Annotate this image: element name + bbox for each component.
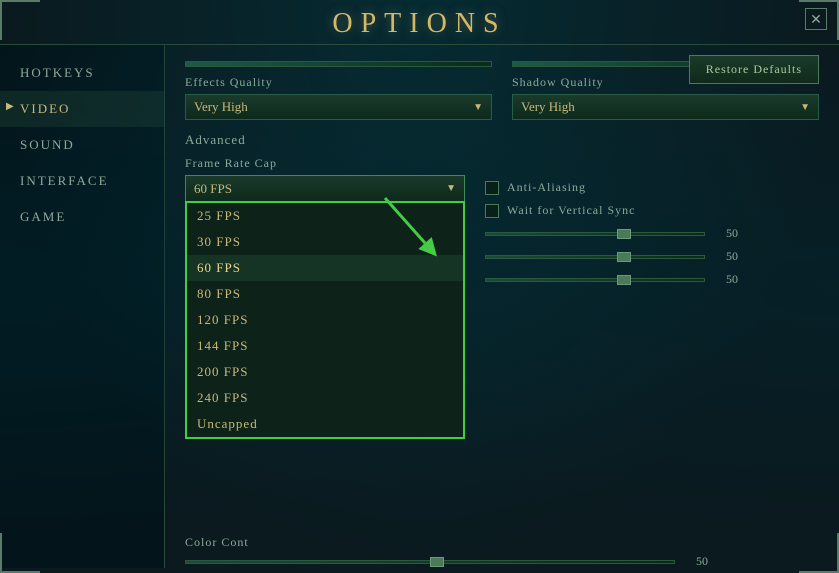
fps-25-option[interactable]: 25 FPS bbox=[187, 203, 463, 229]
slider-track-3[interactable] bbox=[485, 278, 705, 282]
color-control-thumb[interactable] bbox=[430, 557, 444, 567]
effects-quality-arrow: ▼ bbox=[473, 102, 483, 113]
fps-120-option[interactable]: 120 FPS bbox=[187, 307, 463, 333]
color-control-section: Color Cont 50 bbox=[185, 535, 819, 568]
anti-aliasing-row: Anti-Aliasing bbox=[485, 180, 819, 195]
anti-aliasing-checkbox[interactable] bbox=[485, 181, 499, 195]
vsync-row: Wait for Vertical Sync bbox=[485, 203, 819, 218]
slider-thumb-1[interactable] bbox=[617, 229, 631, 239]
fps-30-option[interactable]: 30 FPS bbox=[187, 229, 463, 255]
slider-row-1: 50 bbox=[485, 226, 819, 241]
frame-rate-select[interactable]: 60 FPS ▼ bbox=[185, 175, 465, 201]
fps-uncapped-option[interactable]: Uncapped bbox=[187, 411, 463, 437]
right-sliders: 50 50 50 bbox=[485, 226, 819, 287]
title-bar: OPTIONS ✕ bbox=[0, 0, 839, 45]
sidebar: HOTKEYS VIDEO SOUND INTERFACE GAME bbox=[0, 45, 165, 568]
fps-240-option[interactable]: 240 FPS bbox=[187, 385, 463, 411]
sidebar-item-hotkeys[interactable]: HOTKEYS bbox=[0, 55, 164, 91]
slider-track-1[interactable] bbox=[485, 232, 705, 236]
sidebar-item-interface[interactable]: INTERFACE bbox=[0, 163, 164, 199]
vsync-label: Wait for Vertical Sync bbox=[507, 203, 635, 218]
fps-200-option[interactable]: 200 FPS bbox=[187, 359, 463, 385]
vsync-checkbox[interactable] bbox=[485, 204, 499, 218]
content-area: Restore Defaults Effects Quality Very Hi… bbox=[165, 45, 839, 568]
close-button[interactable]: ✕ bbox=[805, 8, 827, 30]
slider-row-2: 50 bbox=[485, 249, 819, 264]
frame-rate-select-wrapper: 60 FPS ▼ 25 FPS 30 FPS 60 FPS 80 FPS 120… bbox=[185, 175, 465, 201]
effects-quality-group: Effects Quality Very High ▼ bbox=[185, 75, 492, 120]
slider-value-1: 50 bbox=[713, 226, 738, 241]
advanced-label: Advanced bbox=[185, 132, 246, 148]
effects-quality-select[interactable]: Very High ▼ bbox=[185, 94, 492, 120]
slider-thumb-2[interactable] bbox=[617, 252, 631, 262]
sidebar-item-video[interactable]: VIDEO bbox=[0, 91, 164, 127]
advanced-row: Frame Rate Cap 60 FPS ▼ 25 FPS 30 FPS 60… bbox=[185, 156, 819, 295]
checkboxes-group: Anti-Aliasing Wait for Vertical Sync 50 bbox=[485, 156, 819, 295]
effects-quality-value: Very High bbox=[194, 99, 248, 115]
color-control-slider[interactable] bbox=[185, 560, 675, 564]
slider-row-3: 50 bbox=[485, 272, 819, 287]
sidebar-item-game[interactable]: GAME bbox=[0, 199, 164, 235]
fps-144-option[interactable]: 144 FPS bbox=[187, 333, 463, 359]
fps-80-option[interactable]: 80 FPS bbox=[187, 281, 463, 307]
frame-rate-selected-value: 60 FPS bbox=[194, 181, 232, 197]
fps-60-option[interactable]: 60 FPS bbox=[187, 255, 463, 281]
top-slider-left[interactable] bbox=[185, 61, 492, 67]
color-control-label: Color Cont bbox=[185, 535, 819, 550]
frame-rate-dropdown: 25 FPS 30 FPS 60 FPS 80 FPS 120 FPS 144 … bbox=[185, 201, 465, 439]
frame-rate-group: Frame Rate Cap 60 FPS ▼ 25 FPS 30 FPS 60… bbox=[185, 156, 465, 201]
sidebar-item-sound[interactable]: SOUND bbox=[0, 127, 164, 163]
shadow-quality-select[interactable]: Very High ▼ bbox=[512, 94, 819, 120]
color-control-slider-row: 50 bbox=[185, 554, 819, 568]
slider-value-3: 50 bbox=[713, 272, 738, 287]
slider-track-2[interactable] bbox=[485, 255, 705, 259]
page-title: OPTIONS bbox=[332, 8, 506, 39]
color-control-value: 50 bbox=[683, 554, 708, 568]
shadow-quality-value: Very High bbox=[521, 99, 575, 115]
frame-rate-arrow: ▼ bbox=[446, 183, 456, 194]
frame-rate-label: Frame Rate Cap bbox=[185, 156, 465, 171]
effects-quality-label: Effects Quality bbox=[185, 75, 492, 90]
restore-defaults-button[interactable]: Restore Defaults bbox=[689, 55, 819, 84]
slider-thumb-3[interactable] bbox=[617, 275, 631, 285]
shadow-quality-arrow: ▼ bbox=[800, 102, 810, 113]
slider-value-2: 50 bbox=[713, 249, 738, 264]
anti-aliasing-label: Anti-Aliasing bbox=[507, 180, 586, 195]
main-layout: HOTKEYS VIDEO SOUND INTERFACE GAME Resto… bbox=[0, 45, 839, 568]
